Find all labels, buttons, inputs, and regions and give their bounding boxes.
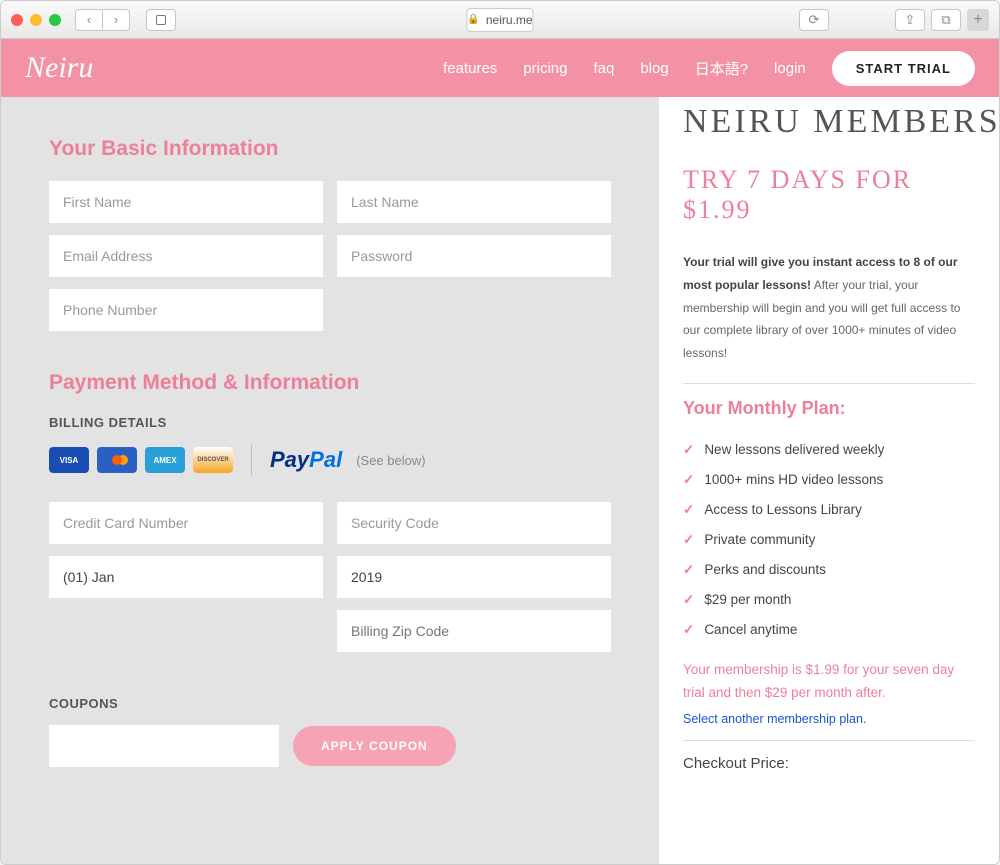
list-item: $29 per month — [683, 585, 975, 615]
site-nav: Neiru features pricing faq blog 日本語? log… — [1, 39, 999, 97]
price-note: Your membership is $1.99 for your seven … — [683, 659, 975, 705]
share-button[interactable]: ⇪ — [895, 9, 925, 31]
divider — [251, 444, 252, 476]
paypal-icon[interactable]: PayPal — [270, 447, 342, 473]
reload-button[interactable]: ⟳ — [799, 9, 829, 31]
nav-pricing[interactable]: pricing — [523, 60, 567, 77]
other-plan-link[interactable]: Select another membership plan. — [683, 712, 866, 726]
nav-back-forward: ‹ › — [75, 9, 130, 31]
sidebar-toggle-button[interactable] — [146, 9, 176, 31]
trial-subtitle: TRY 7 DAYS FOR $1.99 — [683, 165, 975, 225]
list-item: Access to Lessons Library — [683, 495, 975, 525]
nav-login[interactable]: login — [774, 60, 806, 77]
membership-title: NEIRU MEMBERSHIP — [683, 103, 975, 141]
nav-language[interactable]: 日本語? — [695, 58, 748, 79]
feature-list: New lessons delivered weekly 1000+ mins … — [683, 435, 975, 645]
close-window-icon[interactable] — [11, 14, 23, 26]
password-field[interactable] — [337, 235, 611, 277]
coupon-field[interactable] — [49, 725, 279, 767]
email-field[interactable] — [49, 235, 323, 277]
nav-faq[interactable]: faq — [593, 60, 614, 77]
nav-blog[interactable]: blog — [640, 60, 668, 77]
browser-titlebar: ‹ › 🔒 neiru.me ⟳ ⇪ ⧉ + — [1, 1, 999, 39]
plan-sidebar: NEIRU MEMBERSHIP TRY 7 DAYS FOR $1.99 Yo… — [659, 97, 999, 864]
basic-info-heading: Your Basic Information — [49, 137, 611, 161]
first-name-field[interactable] — [49, 181, 323, 223]
forward-button[interactable]: › — [102, 9, 130, 31]
billing-details-label: BILLING DETAILS — [49, 415, 611, 430]
last-name-field[interactable] — [337, 181, 611, 223]
tabs-button[interactable]: ⧉ — [931, 9, 961, 31]
exp-month-select[interactable]: (01) Jan — [49, 556, 323, 598]
divider — [683, 383, 975, 384]
new-tab-button[interactable]: + — [967, 9, 989, 31]
divider — [683, 740, 975, 741]
zip-field[interactable] — [337, 610, 611, 652]
mastercard-icon — [97, 447, 137, 473]
apply-coupon-button[interactable]: APPLY COUPON — [293, 726, 456, 766]
brand-logo[interactable]: Neiru — [25, 51, 93, 85]
back-button[interactable]: ‹ — [75, 9, 103, 31]
checkout-price-label: Checkout Price: — [683, 755, 975, 772]
payment-methods: VISA AMEX DISCOVER PayPal (See below) — [49, 444, 611, 476]
list-item: Private community — [683, 525, 975, 555]
maximize-window-icon[interactable] — [49, 14, 61, 26]
coupons-label: COUPONS — [49, 696, 611, 711]
list-item: 1000+ mins HD video lessons — [683, 465, 975, 495]
amex-icon: AMEX — [145, 447, 185, 473]
url-bar[interactable]: 🔒 neiru.me — [466, 8, 533, 32]
trial-description: Your trial will give you instant access … — [683, 251, 975, 365]
minimize-window-icon[interactable] — [30, 14, 42, 26]
list-item: Cancel anytime — [683, 615, 975, 645]
plan-heading: Your Monthly Plan: — [683, 398, 975, 419]
traffic-lights — [11, 14, 61, 26]
discover-icon: DISCOVER — [193, 447, 233, 473]
lock-icon: 🔒 — [467, 14, 479, 25]
cc-number-field[interactable] — [49, 502, 323, 544]
cvv-field[interactable] — [337, 502, 611, 544]
nav-features[interactable]: features — [443, 60, 497, 77]
payment-heading: Payment Method & Information — [49, 371, 611, 395]
list-item: Perks and discounts — [683, 555, 975, 585]
paypal-note: (See below) — [356, 453, 425, 468]
exp-year-select[interactable]: 2019 — [337, 556, 611, 598]
phone-field[interactable] — [49, 289, 323, 331]
start-trial-button[interactable]: START TRIAL — [832, 51, 975, 86]
visa-icon: VISA — [49, 447, 89, 473]
list-item: New lessons delivered weekly — [683, 435, 975, 465]
checkout-form: Your Basic Information Payment Method & … — [1, 97, 659, 864]
url-text: neiru.me — [486, 13, 533, 27]
